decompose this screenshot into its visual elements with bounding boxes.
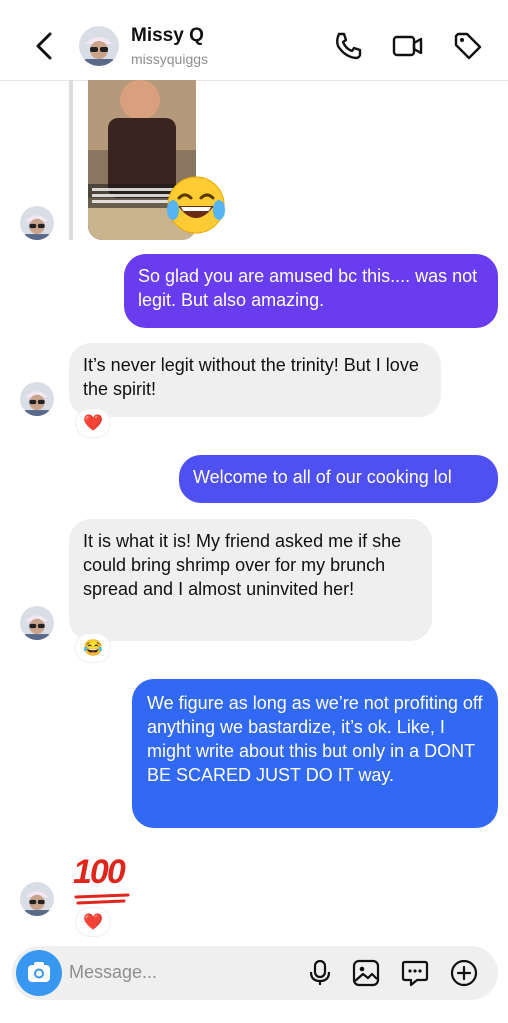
sticker-chat-icon[interactable] (401, 959, 429, 987)
laugh-reaction[interactable]: 😂 (76, 634, 110, 662)
message-text: It’s never legit without the trinity! Bu… (83, 355, 419, 399)
message-text: We figure as long as we’re not profiting… (147, 693, 483, 785)
message-text: Welcome to all of our cooking lol (193, 467, 452, 487)
message-text: So glad you are amused bc this.... was n… (138, 266, 478, 310)
avatar-photo-icon (79, 26, 119, 66)
message-composer: Message... (12, 946, 498, 1000)
incoming-message[interactable]: It is what it is! My friend asked me if … (69, 519, 432, 641)
tag-icon[interactable] (452, 30, 484, 62)
hundred-emoji[interactable]: 100 (73, 853, 126, 892)
sender-avatar[interactable] (20, 206, 54, 240)
outgoing-message[interactable]: We figure as long as we’re not profiting… (132, 679, 498, 828)
heart-reaction[interactable]: ❤️ (76, 409, 110, 437)
add-icon[interactable] (450, 959, 478, 987)
laughing-emoji-icon (167, 176, 225, 234)
sender-avatar[interactable] (20, 606, 54, 640)
phone-icon[interactable] (332, 30, 364, 62)
story-reply-line (69, 80, 73, 240)
camera-icon (28, 962, 50, 982)
contact-name[interactable]: Missy Q (131, 25, 204, 47)
chat-header: Missy Q missyquiggs (0, 0, 508, 81)
video-call-icon[interactable] (392, 30, 424, 62)
contact-username: missyquiggs (131, 51, 209, 67)
message-input[interactable]: Message... (69, 962, 157, 983)
sender-avatar[interactable] (20, 382, 54, 416)
outgoing-message[interactable]: Welcome to all of our cooking lol (179, 455, 498, 503)
message-text: It is what it is! My friend asked me if … (83, 531, 402, 599)
gallery-icon[interactable] (352, 959, 380, 987)
incoming-message[interactable]: It’s never legit without the trinity! Bu… (69, 343, 441, 417)
outgoing-message[interactable]: So glad you are amused bc this.... was n… (124, 254, 498, 328)
sender-avatar[interactable] (20, 882, 54, 916)
contact-avatar[interactable] (79, 26, 119, 66)
hundred-underline-icon (74, 893, 130, 905)
microphone-icon[interactable] (306, 959, 334, 987)
back-arrow-icon[interactable] (30, 30, 56, 62)
heart-reaction[interactable]: ❤️ (76, 908, 110, 936)
camera-button[interactable] (16, 950, 62, 996)
